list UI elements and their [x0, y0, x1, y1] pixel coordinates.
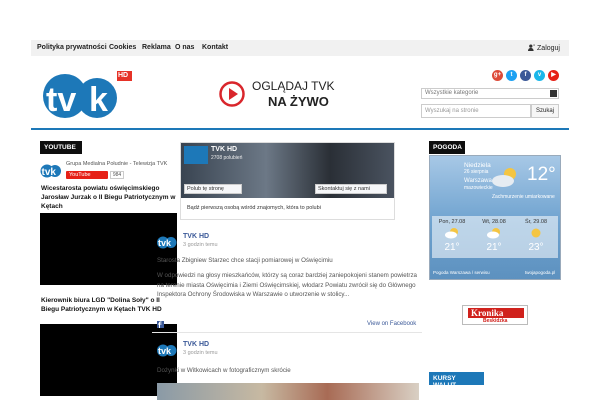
svg-text:tvk: tvk [158, 346, 172, 356]
forecast-temp: 21° [486, 242, 502, 253]
chevron-down-icon [550, 90, 557, 97]
weather-date: 26 sierpnia [464, 169, 489, 175]
weather-condition: Zachmurzenie umiarkowane [492, 194, 555, 200]
forecast-day: Śr, 29.08 [524, 219, 548, 225]
vimeo-icon[interactable]: v [534, 70, 545, 81]
search-button[interactable]: Szukaj [531, 104, 559, 118]
live-tv-promo[interactable]: OGLĄDAJ TVK NA ŻYWO [219, 76, 369, 112]
header-divider [31, 128, 569, 130]
channel-name[interactable]: Grupa Medialna Południe - Telewizja TVK [66, 161, 167, 167]
facebook-cover-image[interactable]: TVK HD 2708 polubień Polub tę stronę Sko… [181, 143, 394, 198]
post-divider [152, 332, 422, 333]
forecast-day: Wt, 28.08 [482, 219, 506, 225]
post-author[interactable]: TVK HD [183, 341, 209, 348]
weather-day: Niedziela [464, 162, 491, 169]
weather-heading: POGODA [429, 141, 465, 154]
facebook-first-like-text: Bądź pierwszą osobą wśród znajomych, któ… [187, 205, 321, 211]
facebook-likes: 2708 polubień [211, 155, 243, 161]
facebook-page-plugin: TVK HD 2708 polubień Polub tę stronę Sko… [180, 142, 395, 220]
view-on-facebook-link[interactable]: View on Facebook [367, 321, 416, 327]
like-button-label: Polub tę stronę [187, 186, 224, 192]
post-body: W odpowiedzi na głosy mieszkańców, którz… [157, 272, 417, 298]
youtube-channel-strip: tvk Grupa Medialna Południe - Telewizja … [40, 160, 174, 182]
currency-heading: KURSY WALUT [429, 372, 484, 389]
site-header: tv k HD OGLĄDAJ TVK NA ŻYWO g+ t f v ▶ W… [31, 56, 569, 128]
weather-city: Warszawa [464, 178, 492, 184]
sun-icon [531, 228, 541, 238]
user-icon [528, 44, 536, 51]
login-label: Zaloguj [537, 45, 560, 52]
google-plus-icon[interactable]: g+ [492, 70, 503, 81]
video-title[interactable]: Wicestarosta powiatu oświęcimskiego Jaro… [41, 184, 177, 211]
svg-text:k: k [89, 81, 108, 119]
channel-logo: tvk [40, 164, 61, 178]
post-author[interactable]: TVK HD [183, 233, 209, 240]
post-headline: Starosta Zbigniew Starzec chce stacji po… [157, 257, 333, 264]
promo-line1: OGLĄDAJ TVK [252, 79, 335, 93]
svg-text:tv: tv [46, 81, 76, 119]
svg-text:tvk: tvk [158, 238, 172, 248]
nav-link-contact[interactable]: Kontakt [202, 44, 228, 51]
like-page-button[interactable]: Polub tę stronę [184, 184, 242, 194]
forecast-temp: 21° [444, 242, 460, 253]
youtube-heading: YOUTUBE [40, 141, 82, 154]
facebook-page-name[interactable]: TVK HD [211, 146, 237, 153]
cloud-sun-icon [492, 168, 516, 187]
kronika-subtitle: Beskidzka [483, 318, 508, 324]
twitter-icon[interactable]: t [506, 70, 517, 81]
promo-line2: NA ŻYWO [268, 94, 329, 109]
hd-badge: HD [118, 72, 129, 79]
nav-link-ads[interactable]: Reklama [142, 44, 171, 51]
login-link[interactable]: Zaloguj [528, 44, 560, 52]
play-icon [219, 81, 245, 107]
forecast-temp: 23° [528, 242, 544, 253]
nav-link-cookies[interactable]: Cookies [109, 44, 136, 51]
top-navigation-bar: Polityka prywatności Cookies Reklama O n… [31, 40, 569, 56]
svg-text:tvk: tvk [42, 167, 57, 178]
sun-cloud-icon [445, 228, 458, 239]
search-placeholder: Wyszukaj na stronie [425, 108, 479, 114]
sun-cloud-icon [487, 228, 500, 239]
weather-current-temp: 12° [527, 164, 556, 185]
weather-region: mazowieckie [464, 185, 493, 191]
post-headline: Dożynki w Witkowicach w fotograficznym s… [157, 367, 291, 374]
weather-footer: Pogoda Warszawa / serwisu [433, 270, 490, 275]
nav-link-about[interactable]: O nas [175, 44, 194, 51]
search-input[interactable]: Wyszukaj na stronie [421, 104, 531, 118]
youtube-icon[interactable]: ▶ [548, 70, 559, 81]
nav-link-privacy[interactable]: Polityka prywatności [37, 44, 107, 51]
post-time[interactable]: 3 godzin temu [183, 242, 218, 248]
contact-button[interactable]: Skontaktuj się z nami [315, 184, 387, 194]
post-photo[interactable] [157, 383, 419, 400]
youtube-subscribe-button[interactable]: YouTube [66, 171, 108, 179]
weather-widget[interactable]: Niedziela 26 sierpnia Warszawa mazowieck… [429, 155, 561, 280]
category-select-value: Wszystkie kategorie [425, 90, 479, 96]
weather-brand[interactable]: twojapogoda.pl [525, 270, 555, 275]
kronika-title: Kronika [471, 308, 504, 318]
forecast-day: Pon, 27.08 [438, 219, 466, 225]
tvk-logo[interactable]: tv k HD [41, 69, 133, 119]
contact-button-label: Skontaktuj się z nami [318, 186, 370, 192]
page-avatar[interactable] [184, 146, 208, 164]
facebook-small-icon [157, 321, 164, 328]
facebook-icon[interactable]: f [520, 70, 531, 81]
kronika-beskidzka-banner[interactable]: Kronika Beskidzka [462, 305, 528, 325]
post-time[interactable]: 3 godzin temu [183, 350, 218, 356]
post-avatar[interactable]: tvk [157, 342, 177, 357]
category-select[interactable]: Wszystkie kategorie [421, 88, 559, 99]
subscriber-count: 984 [110, 171, 124, 179]
post-avatar[interactable]: tvk [157, 234, 177, 249]
